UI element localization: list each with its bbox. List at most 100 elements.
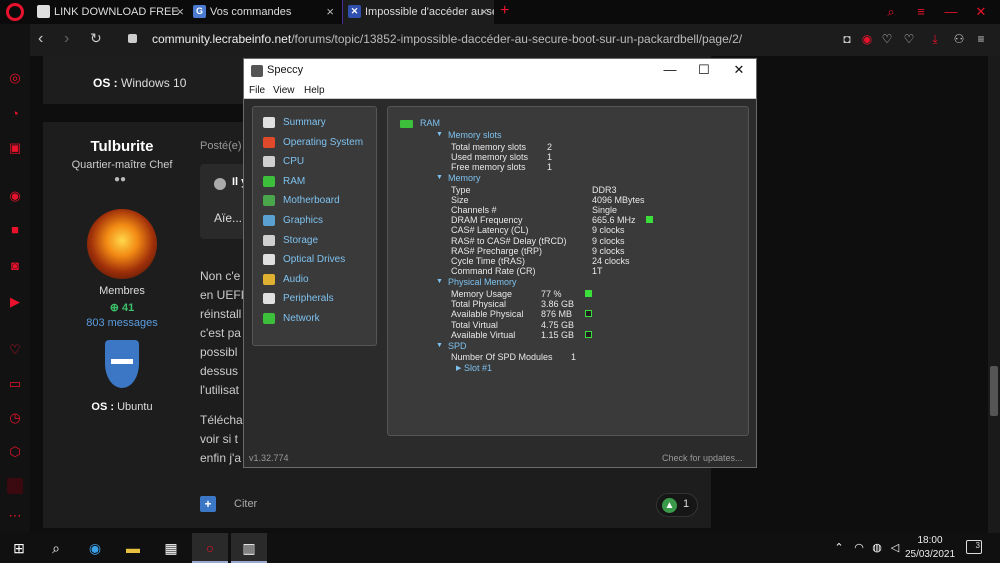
edge-icon[interactable]: ◉ — [86, 539, 104, 557]
memory-value: 665.6 MHz — [592, 215, 636, 226]
menu-view[interactable]: View — [273, 85, 295, 96]
nav-item-label: Storage — [283, 234, 319, 246]
menu-help[interactable]: Help — [304, 85, 325, 96]
memory-slots-heading[interactable]: Memory slots — [448, 130, 502, 140]
memory-slots-value: 1 — [547, 151, 553, 162]
history-icon[interactable]: ◷ — [7, 410, 23, 426]
lock-icon[interactable] — [128, 34, 137, 43]
collapse-icon[interactable]: ▼ — [436, 131, 443, 138]
wifi-icon[interactable]: ◠ — [850, 539, 868, 557]
tab-impossible-acceder[interactable]: ✕ Impossible d'accéder au se × — [342, 0, 494, 24]
forward-button[interactable]: › — [64, 30, 69, 48]
post-date: Posté(e) — [200, 140, 242, 152]
profile-icon[interactable]: ⚇ — [952, 32, 966, 46]
favorites-icon[interactable]: ♡ — [902, 32, 916, 46]
more-icon[interactable]: ⋯ — [7, 508, 23, 524]
clock-date[interactable]: 25/03/2021 — [900, 549, 960, 560]
author-name[interactable]: Tulburite — [76, 138, 168, 155]
close-icon[interactable]: × — [480, 0, 488, 24]
gamepad-icon[interactable]: ◎ — [7, 70, 23, 86]
peripherals-icon — [263, 293, 275, 305]
spd-heading[interactable]: SPD — [448, 341, 467, 351]
multiquote-button[interactable]: + — [200, 496, 216, 512]
memory-value: Single — [592, 205, 618, 215]
speedometer-icon[interactable]: ◔ — [7, 106, 23, 122]
search-icon[interactable]: ⌕ — [47, 539, 65, 557]
quote-button[interactable]: Citer — [234, 498, 257, 510]
physical-memory-value: 876 MB — [541, 309, 573, 320]
tab-link-download[interactable]: LINK DOWNLOAD FREE × — [32, 0, 190, 24]
avatar[interactable] — [87, 209, 157, 279]
quote-toggle-icon[interactable] — [214, 178, 226, 190]
physical-memory-value: 1.15 GB — [541, 329, 575, 340]
close-button[interactable]: ✕ — [731, 62, 747, 78]
adblock-icon[interactable]: ◉ — [860, 32, 874, 46]
nav-item-label: Optical Drives — [283, 254, 346, 266]
close-icon[interactable]: × — [326, 0, 334, 24]
author-group: Membres — [99, 285, 145, 297]
opera-icon[interactable]: ○ — [201, 539, 219, 557]
new-tab-button[interactable]: + — [500, 0, 509, 22]
physical-memory-label: Available Virtual — [451, 329, 516, 340]
reload-button[interactable]: ↻ — [90, 30, 102, 47]
heart-icon[interactable]: ♡ — [880, 32, 894, 46]
collapse-icon[interactable]: ▼ — [436, 342, 443, 349]
steam-icon[interactable]: ◍ — [868, 539, 886, 557]
workspace-icon[interactable] — [7, 478, 23, 494]
message-count[interactable]: 803 messages — [60, 317, 184, 329]
bag-icon[interactable]: ▣ — [7, 140, 23, 156]
easy-setup-icon[interactable]: ≡ — [906, 0, 936, 24]
opera-menu-icon[interactable] — [6, 3, 24, 21]
page-scrollbar[interactable] — [988, 56, 1000, 533]
menu-file[interactable]: File — [249, 85, 265, 96]
author-rank: Quartier-maître Chef — [71, 159, 173, 171]
speccy-taskbar-icon[interactable]: ▥ — [240, 539, 258, 557]
search-icon[interactable]: ⌕ — [876, 0, 906, 24]
post-line: dessus — [200, 364, 239, 378]
notifications-icon[interactable]: 3 — [966, 540, 982, 554]
physical-memory-heading[interactable]: Physical Memory — [448, 277, 517, 287]
collapse-icon[interactable]: ▼ — [436, 278, 443, 285]
menu-icon[interactable]: ≡ — [974, 32, 988, 46]
motherboard-icon — [263, 195, 275, 207]
messenger-icon[interactable]: ◉ — [7, 188, 23, 204]
minimize-button[interactable]: — — [662, 62, 678, 77]
close-window-button[interactable]: ✕ — [966, 0, 996, 24]
download-icon[interactable]: ⤓ — [928, 32, 942, 46]
post-line: réinstall — [200, 307, 242, 321]
url-field[interactable]: community.lecrabeinfo.net/forums/topic/1… — [152, 32, 742, 46]
check-updates-link[interactable]: Check for updates... — [662, 453, 743, 463]
scrollbar-thumb[interactable] — [990, 366, 998, 416]
camera-icon[interactable]: ◘ — [840, 32, 854, 46]
memory-label: Command Rate (CR) — [451, 266, 536, 277]
chevron-up-icon[interactable]: ⌃ — [830, 539, 848, 557]
upvote-icon[interactable]: ▲ — [662, 498, 677, 513]
news-icon[interactable]: ▭ — [7, 376, 23, 392]
vote-widget[interactable]: ▲ 1 — [656, 493, 698, 517]
player-icon[interactable]: ▶ — [7, 294, 23, 310]
clock-time[interactable]: 18:00 — [900, 535, 960, 546]
memory-heading[interactable]: Memory — [448, 173, 481, 183]
box-icon[interactable]: ⬡ — [7, 444, 23, 460]
instagram-icon[interactable]: ◙ — [7, 258, 23, 274]
collapse-icon[interactable]: ▼ — [436, 174, 443, 181]
availability-indicator-icon — [585, 330, 592, 338]
maximize-button[interactable]: ☐ — [696, 62, 712, 78]
store-icon[interactable]: ▦ — [162, 539, 180, 557]
close-icon[interactable]: × — [176, 0, 184, 24]
speccy-titlebar[interactable]: Speccy — ☐ ✕ — [244, 59, 756, 83]
expand-icon[interactable]: ▶ — [456, 364, 461, 372]
spd-slot-item[interactable]: Slot #1 — [464, 363, 492, 373]
minimize-button[interactable]: — — [936, 0, 966, 24]
tab-vos-commandes[interactable]: G Vos commandes × — [188, 0, 340, 24]
vk-icon[interactable]: ■ — [7, 222, 23, 238]
file-explorer-icon[interactable]: ▬ — [124, 539, 142, 557]
start-icon[interactable]: ⊞ — [10, 539, 28, 557]
back-button[interactable]: ‹ — [38, 30, 43, 48]
nav-item-label: Network — [283, 313, 320, 324]
nav-item-label: Graphics — [283, 215, 324, 226]
memory-value: 9 clocks — [592, 245, 625, 256]
heart-icon[interactable]: ♡ — [7, 342, 23, 358]
window-title: Speccy — [267, 64, 304, 76]
post-line: l'utilisat — [200, 383, 239, 397]
